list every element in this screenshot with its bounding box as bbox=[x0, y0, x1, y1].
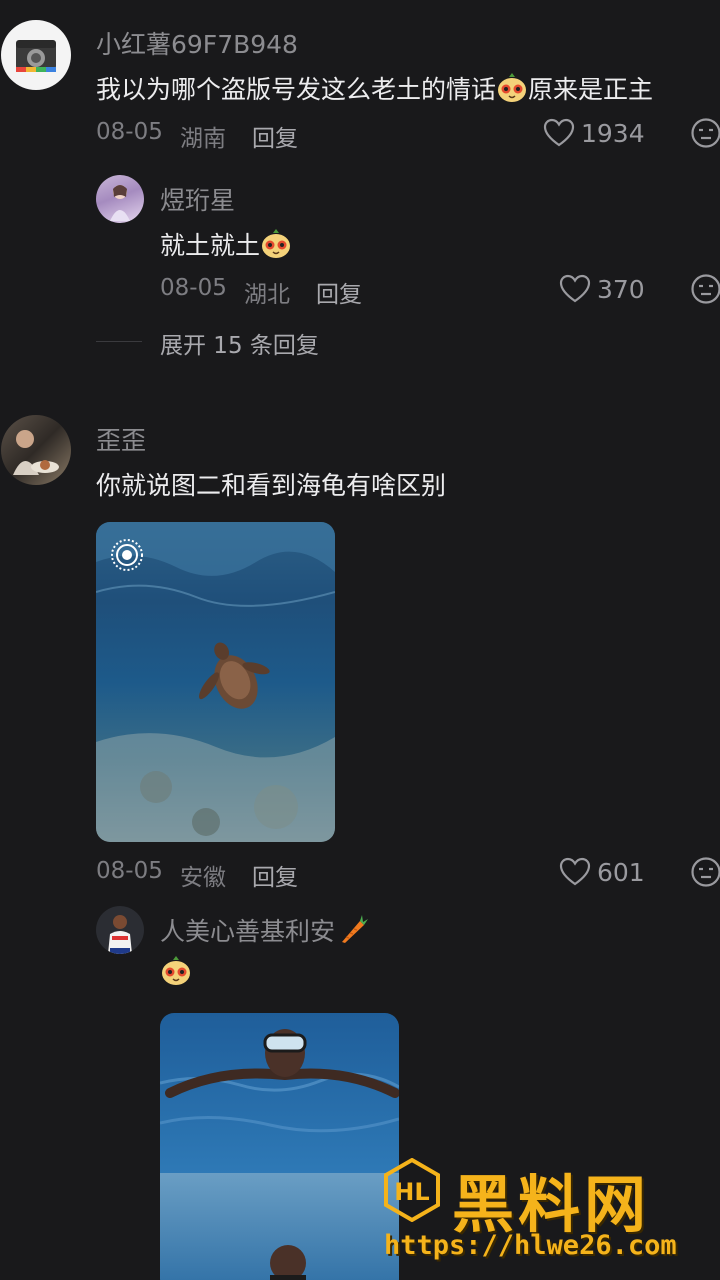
person-photo-icon bbox=[13, 430, 59, 475]
camera-logo-icon bbox=[16, 40, 56, 72]
comment-date: 08-05 bbox=[96, 119, 163, 145]
person-photo-icon bbox=[110, 185, 130, 221]
reply-location: 湖北 bbox=[244, 282, 290, 308]
comment-username[interactable]: 小红薯69F7B948 bbox=[96, 25, 298, 61]
cat-face-emoji-icon bbox=[162, 956, 190, 985]
reply-text: 就土就土 bbox=[160, 226, 292, 262]
avatar[interactable] bbox=[1, 20, 71, 90]
comment-text-part: 原来是正主 bbox=[528, 75, 654, 104]
heart-icon bbox=[559, 274, 591, 303]
like-count: 370 bbox=[597, 274, 645, 304]
comment-location: 安徽 bbox=[180, 865, 226, 891]
person-photo-icon bbox=[108, 915, 132, 954]
neutral-face-icon bbox=[691, 857, 720, 887]
like-button[interactable]: 601 bbox=[559, 857, 645, 887]
like-button[interactable]: 370 bbox=[559, 274, 645, 304]
reply-username[interactable]: 煜珩星 bbox=[160, 181, 235, 217]
heart-icon bbox=[559, 857, 591, 886]
carrot-emoji-icon bbox=[342, 915, 369, 943]
neutral-face-icon bbox=[691, 118, 720, 148]
reply-text bbox=[160, 955, 192, 987]
reply-button[interactable]: 回复 bbox=[252, 119, 298, 153]
hl-logo-icon: HL bbox=[384, 1158, 440, 1222]
comment-text: 我以为哪个盗版号发这么老土的情话 原来是正主 bbox=[96, 70, 653, 106]
expand-replies-button[interactable]: 展开 15 条回复 bbox=[160, 326, 319, 360]
dislike-button[interactable] bbox=[690, 117, 720, 153]
reply-text-part: 就土就土 bbox=[160, 231, 261, 260]
reply-username-text: 人美心善基利安 bbox=[160, 917, 336, 946]
comment-username[interactable]: 歪歪 bbox=[96, 421, 146, 457]
cat-face-emoji-icon bbox=[262, 229, 291, 258]
like-button[interactable]: 1934 bbox=[543, 118, 645, 148]
heart-icon bbox=[543, 118, 575, 147]
dislike-button[interactable] bbox=[690, 273, 720, 309]
reply-date: 08-05 bbox=[160, 275, 227, 301]
like-count: 1934 bbox=[581, 118, 645, 148]
reply-username[interactable]: 人美心善基利安 bbox=[160, 912, 369, 948]
cat-face-emoji-icon bbox=[498, 73, 527, 102]
comment-image[interactable] bbox=[96, 522, 335, 842]
comment-image[interactable] bbox=[160, 1013, 399, 1280]
avatar[interactable] bbox=[1, 415, 71, 485]
comment-text-part: 我以为哪个盗版号发这么老土的情话 bbox=[96, 75, 497, 104]
watermark: HL 黑料网 https://hlwe26.com bbox=[380, 1158, 710, 1268]
swimmer-photo bbox=[160, 1013, 399, 1280]
reply-button[interactable]: 回复 bbox=[316, 275, 362, 309]
avatar[interactable] bbox=[96, 906, 144, 954]
avatar[interactable] bbox=[96, 175, 144, 223]
comment-date: 08-05 bbox=[96, 858, 163, 884]
comment-location: 湖南 bbox=[180, 126, 226, 152]
neutral-face-icon bbox=[691, 274, 720, 304]
like-count: 601 bbox=[597, 857, 645, 887]
svg-text:HL: HL bbox=[394, 1178, 429, 1206]
dislike-button[interactable] bbox=[690, 856, 720, 892]
comment-text: 你就说图二和看到海龟有啥区别 bbox=[96, 471, 447, 500]
live-photo-icon bbox=[111, 539, 143, 571]
watermark-url: https://hlwe26.com bbox=[384, 1230, 677, 1261]
reply-button[interactable]: 回复 bbox=[252, 858, 298, 892]
divider bbox=[96, 341, 142, 342]
